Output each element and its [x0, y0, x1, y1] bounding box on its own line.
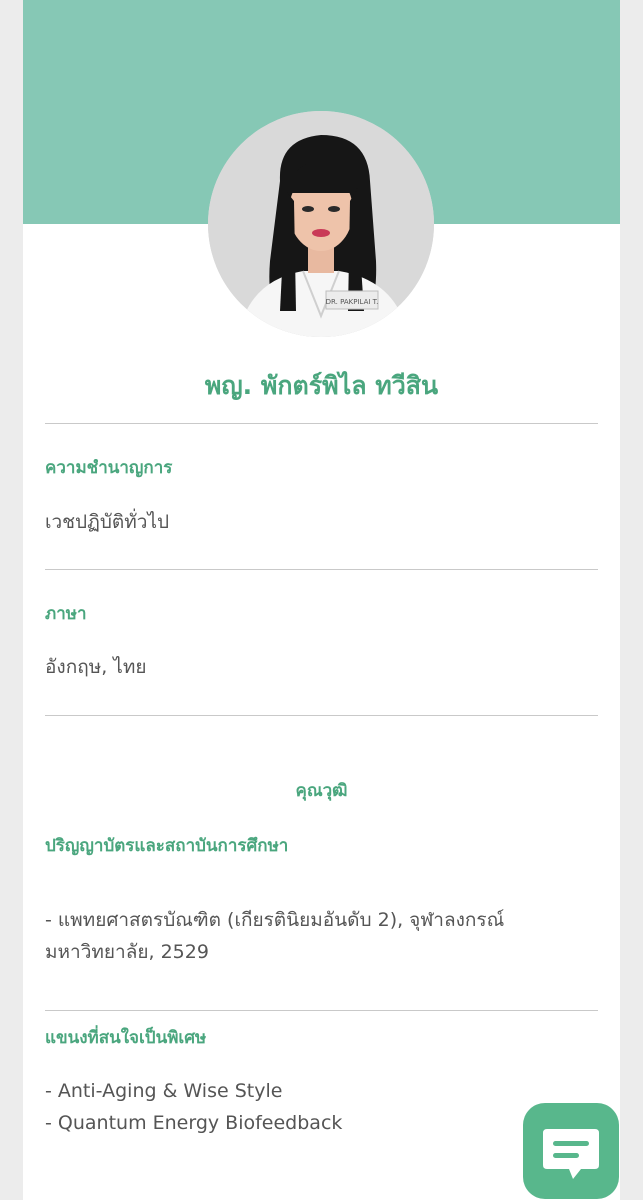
- chat-button[interactable]: [523, 1103, 619, 1199]
- doctor-avatar: DR. PAKPILAI T.: [208, 111, 434, 337]
- divider: [45, 423, 598, 424]
- language-value: อังกฤษ, ไทย: [45, 656, 147, 678]
- education-line: - แพทยศาสตรบัณฑิต (เกียรตินิยมอันดับ 2),…: [45, 909, 505, 931]
- doctor-name: พญ. พักตร์พิไล ทวีสิน: [204, 371, 439, 400]
- interests-label: แขนงที่สนใจเป็นพิเศษ: [45, 1028, 207, 1048]
- doctor-profile-card: DR. PAKPILAI T. พญ. พักตร์พิไล ทวีสิน คว…: [23, 0, 620, 1200]
- language-label: ภาษา: [45, 604, 87, 624]
- specialty-label: ความชำนาญการ: [45, 458, 173, 478]
- qualifications-heading: คุณวุฒิ: [295, 781, 348, 801]
- divider: [45, 569, 598, 570]
- interest-item: - Anti-Aging & Wise Style: [45, 1080, 283, 1102]
- specialty-value: เวชปฏิบัติทั่วไป: [45, 511, 170, 533]
- interest-item: - Quantum Energy Biofeedback: [45, 1112, 343, 1134]
- education-line: มหาวิทยาลัย, 2529: [45, 941, 209, 963]
- divider: [45, 715, 598, 716]
- chat-bubble-icon: [543, 1129, 599, 1179]
- divider: [45, 1010, 598, 1011]
- photo-badge-text: DR. PAKPILAI T.: [326, 298, 379, 306]
- education-value: - แพทยศาสตรบัณฑิต (เกียรตินิยมอันดับ 2),…: [45, 904, 605, 968]
- education-label: ปริญญาบัตรและสถาบันการศึกษา: [45, 836, 289, 856]
- interests-list: - Anti-Aging & Wise Style - Quantum Ener…: [45, 1075, 605, 1139]
